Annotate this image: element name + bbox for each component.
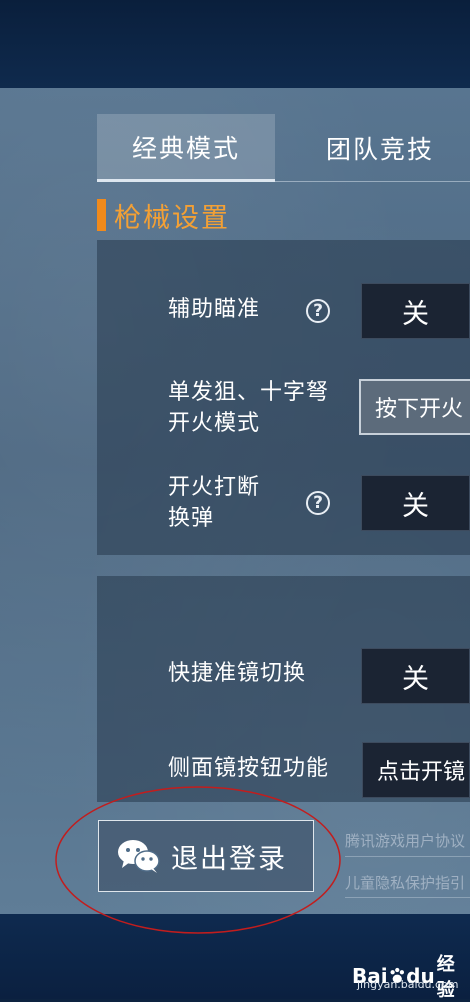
side-scope-selector[interactable]: 点击开镜 xyxy=(362,742,470,798)
tab-classic-mode-label: 经典模式 xyxy=(131,133,240,163)
link-divider xyxy=(345,897,470,898)
setting-fire-mode-label-line2: 开火模式 xyxy=(168,411,261,436)
help-icon-glyph: ? xyxy=(313,301,323,321)
quick-scope-value: 关 xyxy=(402,663,429,695)
setting-quick-scope-label: 快捷准镜切换 xyxy=(168,658,306,689)
setting-fire-mode-label-line1: 单发狙、十字弩 xyxy=(168,380,330,405)
section-marker xyxy=(97,199,106,231)
help-icon-glyph: ? xyxy=(313,493,323,513)
setting-aim-assist-label: 辅助瞄准 xyxy=(168,294,260,325)
interrupt-reload-toggle[interactable]: 关 xyxy=(361,475,470,531)
child-privacy-link[interactable]: 儿童隐私保护指引 xyxy=(345,872,470,893)
help-icon[interactable]: ? xyxy=(306,299,330,323)
setting-interrupt-reload-label-line1: 开火打断 xyxy=(168,475,261,500)
logout-label: 退出登录 xyxy=(171,843,287,875)
logout-button[interactable]: 退出登录 xyxy=(98,820,314,892)
side-scope-value: 点击开镜 xyxy=(377,760,466,785)
baidu-watermark: Bai du 经验 xyxy=(352,950,470,1002)
fire-mode-selector[interactable]: 按下开火 xyxy=(359,379,470,435)
help-icon[interactable]: ? xyxy=(306,491,330,515)
setting-interrupt-reload-label-line2: 换弹 xyxy=(168,506,215,531)
setting-quick-scope-label-line: 快捷准镜切换 xyxy=(168,661,307,686)
tab-team-deathmatch[interactable]: 团队竞技 xyxy=(290,114,470,182)
section-title: 枪械设置 xyxy=(114,203,230,234)
watermark-url: jingyan.baidu.com xyxy=(357,978,459,991)
interrupt-reload-value: 关 xyxy=(402,490,429,522)
setting-side-scope-label-line: 侧面镜按钮功能 xyxy=(168,756,330,781)
top-background xyxy=(0,0,470,88)
tab-divider xyxy=(97,181,470,182)
quick-scope-toggle[interactable]: 关 xyxy=(361,648,470,704)
link-divider xyxy=(345,856,470,857)
wechat-icon xyxy=(118,840,160,873)
setting-aim-assist-label-line: 辅助瞄准 xyxy=(168,297,261,322)
fire-mode-value: 按下开火 xyxy=(375,397,464,422)
setting-fire-mode-label: 单发狙、十字弩 开火模式 xyxy=(168,377,329,439)
watermark-jingyan: 经验 xyxy=(436,954,455,1001)
tab-classic-mode[interactable]: 经典模式 xyxy=(97,114,275,182)
setting-interrupt-reload-label: 开火打断 换弹 xyxy=(168,472,260,534)
aim-assist-toggle[interactable]: 关 xyxy=(361,283,470,339)
setting-side-scope-label: 侧面镜按钮功能 xyxy=(168,753,329,784)
aim-assist-value: 关 xyxy=(402,298,429,330)
user-agreement-link[interactable]: 腾讯游戏用户协议 xyxy=(345,830,470,851)
tab-team-deathmatch-label: 团队竞技 xyxy=(325,135,434,164)
